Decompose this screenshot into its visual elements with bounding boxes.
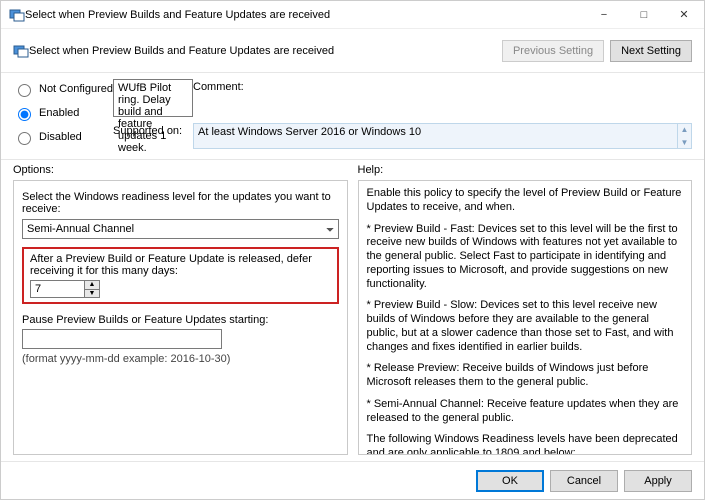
gpo-dialog: Select when Preview Builds and Feature U… [0, 0, 705, 500]
options-panel: Select the Windows readiness level for t… [13, 180, 348, 455]
cancel-button[interactable]: Cancel [550, 470, 618, 492]
spin-up-button[interactable]: ▲ [84, 280, 100, 289]
toolbar: Select when Preview Builds and Feature U… [1, 29, 704, 73]
previous-setting-button: Previous Setting [502, 40, 604, 62]
minimize-button[interactable]: − [584, 1, 624, 29]
comment-field[interactable]: WUfB Pilot ring. Delay build and feature… [113, 79, 193, 117]
spin-down-button[interactable]: ▼ [84, 289, 100, 299]
comment-label: Comment: [193, 79, 692, 93]
help-text: * Release Preview: Receive builds of Win… [367, 362, 684, 390]
radio-not-configured[interactable]: Not Configured [13, 81, 113, 97]
supported-on-field: At least Windows Server 2016 or Windows … [193, 123, 678, 149]
help-text: * Preview Build - Slow: Devices set to t… [367, 299, 684, 354]
ok-button[interactable]: OK [476, 470, 544, 492]
apply-button[interactable]: Apply [624, 470, 692, 492]
help-text: Enable this policy to specify the level … [367, 187, 684, 215]
defer-days-input[interactable] [30, 280, 84, 298]
titlebar: Select when Preview Builds and Feature U… [1, 1, 704, 29]
help-heading: Help: [358, 164, 693, 176]
help-panel[interactable]: Enable this policy to specify the level … [358, 180, 693, 455]
config-area: Not Configured Enabled Disabled Comment:… [1, 73, 704, 160]
policy-heading: Select when Preview Builds and Feature U… [29, 45, 496, 57]
options-heading: Options: [13, 164, 348, 176]
dialog-footer: OK Cancel Apply [1, 461, 704, 499]
gpo-icon [13, 43, 29, 59]
defer-label: After a Preview Build or Feature Update … [30, 253, 331, 277]
pause-date-input[interactable] [22, 329, 222, 349]
help-text: The following Windows Readiness levels h… [367, 433, 684, 455]
supported-label: Supported on: [113, 123, 193, 137]
radio-enabled[interactable]: Enabled [13, 105, 113, 121]
next-setting-button[interactable]: Next Setting [610, 40, 692, 62]
radio-enabled-input[interactable] [18, 108, 31, 121]
window-title: Select when Preview Builds and Feature U… [25, 9, 584, 21]
help-text: * Semi-Annual Channel: Receive feature u… [367, 398, 684, 426]
pause-label: Pause Preview Builds or Feature Updates … [22, 314, 339, 326]
gpo-icon [9, 7, 25, 23]
radio-not-configured-input[interactable] [18, 84, 31, 97]
close-button[interactable]: ✕ [664, 1, 704, 29]
readiness-select[interactable]: Semi-Annual Channel [22, 219, 339, 239]
radio-disabled-input[interactable] [18, 132, 31, 145]
radio-disabled[interactable]: Disabled [13, 129, 113, 145]
pause-format-hint: (format yyyy-mm-dd example: 2016-10-30) [22, 353, 339, 365]
defer-highlight: After a Preview Build or Feature Update … [22, 247, 339, 304]
supported-scrollbar[interactable]: ▲▼ [678, 123, 692, 149]
readiness-label: Select the Windows readiness level for t… [22, 191, 339, 215]
help-text: * Preview Build - Fast: Devices set to t… [367, 223, 684, 292]
maximize-button[interactable]: □ [624, 1, 664, 29]
